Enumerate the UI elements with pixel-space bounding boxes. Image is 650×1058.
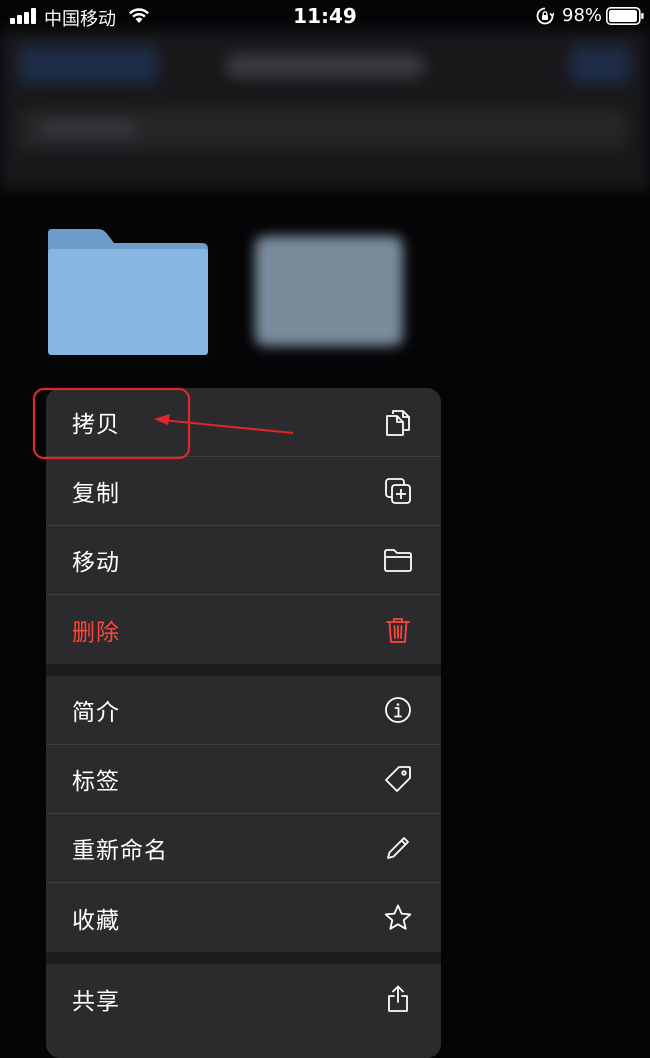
folder-icon — [383, 545, 413, 575]
context-menu: 拷贝复制移动删除简介标签重新命名收藏共享 — [46, 388, 441, 1058]
trash-icon — [383, 615, 413, 645]
menu-item-label: 重新命名 — [72, 838, 168, 864]
folder-icon — [48, 229, 208, 355]
back-button — [18, 46, 158, 84]
duplicate-icon — [383, 476, 413, 506]
menu-item-label: 删除 — [72, 619, 120, 646]
menu-item[interactable]: 移动 — [46, 526, 441, 595]
search-placeholder — [40, 122, 135, 136]
menu-item[interactable]: 简介 — [46, 676, 441, 745]
battery-percentage: 98% — [562, 5, 603, 26]
orientation-lock-icon — [536, 7, 554, 25]
tag-icon — [383, 764, 413, 794]
menu-item-label: 共享 — [72, 988, 120, 1015]
more-button — [570, 46, 630, 84]
menu-item[interactable]: 重新命名 — [46, 814, 441, 883]
menu-item[interactable]: 删除 — [46, 595, 441, 664]
menu-item[interactable]: 共享 — [46, 964, 441, 1033]
star-icon — [383, 903, 413, 933]
menu-item-label: 拷贝 — [72, 412, 120, 438]
copy-icon — [383, 407, 413, 437]
menu-item-label: 收藏 — [72, 907, 120, 934]
menu-item[interactable]: 拷贝 — [46, 388, 441, 457]
pencil-icon — [383, 833, 413, 863]
menu-item-label: 移动 — [72, 550, 120, 576]
menu-item-label: 标签 — [72, 769, 120, 795]
menu-group-separator — [46, 664, 441, 676]
menu-item-label: 复制 — [72, 481, 120, 507]
menu-item[interactable]: 标签 — [46, 745, 441, 814]
status-bar: 中国移动 11:49 98% — [0, 0, 650, 36]
menu-item[interactable]: 复制 — [46, 457, 441, 526]
nav-title — [225, 54, 425, 78]
battery-icon — [606, 7, 644, 25]
menu-item-label: 简介 — [72, 700, 120, 726]
menu-item[interactable]: 收藏 — [46, 883, 441, 952]
blurred-folder-icon — [255, 236, 403, 346]
share-icon — [383, 984, 413, 1014]
info-icon — [383, 695, 413, 725]
menu-group-separator — [46, 952, 441, 964]
